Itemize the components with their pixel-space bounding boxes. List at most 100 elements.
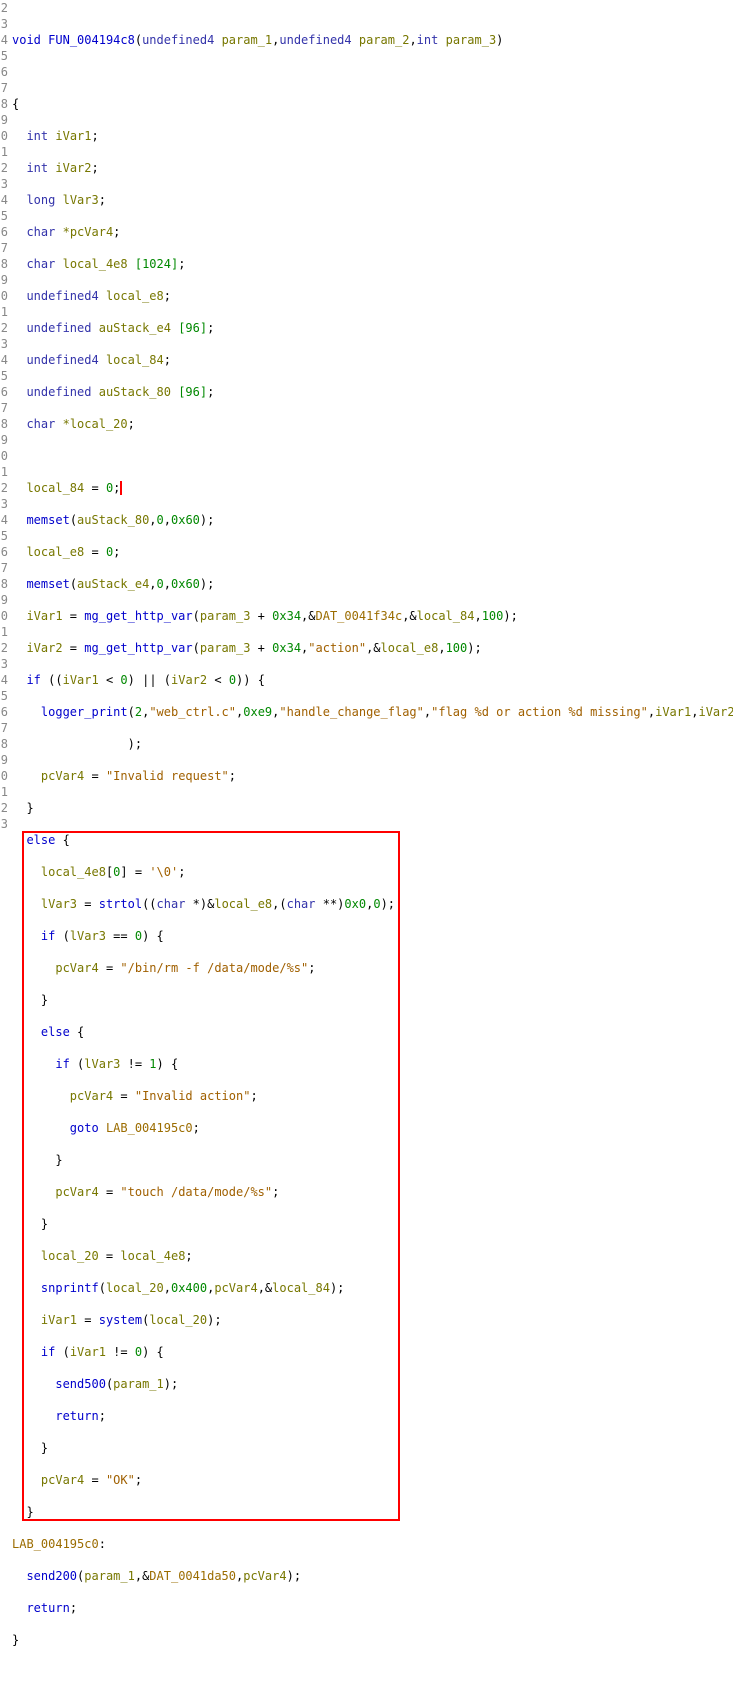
code-line[interactable]: int iVar1;	[10, 128, 733, 144]
line-number: 2	[0, 0, 8, 16]
line-number: 4	[0, 192, 8, 208]
code-line[interactable]: }	[10, 1440, 733, 1456]
line-number: 2	[0, 480, 8, 496]
code-line[interactable]: logger_print(2,"web_ctrl.c",0xe9,"handle…	[10, 704, 733, 720]
code-line[interactable]: }	[10, 1216, 733, 1232]
code-line[interactable]: local_84 = 0;	[10, 480, 733, 496]
line-number: 9	[0, 112, 8, 128]
line-number: 9	[0, 592, 8, 608]
line-number: 0	[0, 608, 8, 624]
code-line[interactable]: undefined auStack_e4 [96];	[10, 320, 733, 336]
line-number: 6	[0, 544, 8, 560]
code-line[interactable]: char *local_20;	[10, 416, 733, 432]
line-number: 2	[0, 320, 8, 336]
line-number: 1	[0, 304, 8, 320]
code-line[interactable]: pcVar4 = "Invalid action";	[10, 1088, 733, 1104]
code-line[interactable]: char *pcVar4;	[10, 224, 733, 240]
line-number: 7	[0, 560, 8, 576]
code-line[interactable]: pcVar4 = "/bin/rm -f /data/mode/%s";	[10, 960, 733, 976]
code-line[interactable]: iVar1 = system(local_20);	[10, 1312, 733, 1328]
line-number: 5	[0, 528, 8, 544]
code-line[interactable]: memset(auStack_80,0,0x60);	[10, 512, 733, 528]
line-number: 1	[0, 144, 8, 160]
line-number: 4	[0, 512, 8, 528]
line-number: 6	[0, 384, 8, 400]
code-line[interactable]: );	[10, 736, 733, 752]
code-line[interactable]: }	[10, 992, 733, 1008]
code-line[interactable]: return;	[10, 1408, 733, 1424]
line-number: 5	[0, 368, 8, 384]
code-line[interactable]: LAB_004195c0:	[10, 1536, 733, 1552]
line-number: 5	[0, 208, 8, 224]
code-editor: 2 3 4 5 6 7 8 9 0 1 2 3 4 5 6 7 8 9 0 1 …	[0, 0, 733, 1684]
code-line[interactable]	[10, 1664, 733, 1680]
line-number: 6	[0, 704, 8, 720]
line-number: 8	[0, 576, 8, 592]
line-number: 2	[0, 800, 8, 816]
line-number: 0	[0, 288, 8, 304]
code-line[interactable]: else {	[10, 1024, 733, 1040]
line-number: 7	[0, 400, 8, 416]
code-line[interactable]: local_4e8[0] = '\0';	[10, 864, 733, 880]
code-line[interactable]: send500(param_1);	[10, 1376, 733, 1392]
code-line[interactable]: }	[10, 1152, 733, 1168]
code-line[interactable]: iVar1 = mg_get_http_var(param_3 + 0x34,&…	[10, 608, 733, 624]
code-line[interactable]: {	[10, 96, 733, 112]
line-number: 3	[0, 176, 8, 192]
code-line[interactable]: undefined auStack_80 [96];	[10, 384, 733, 400]
line-number: 1	[0, 464, 8, 480]
line-number: 8	[0, 96, 8, 112]
code-line[interactable]: char local_4e8 [1024];	[10, 256, 733, 272]
code-line[interactable]	[10, 448, 733, 464]
code-line[interactable]: }	[10, 1632, 733, 1648]
code-line[interactable]: }	[10, 1504, 733, 1520]
code-line[interactable]: goto LAB_004195c0;	[10, 1120, 733, 1136]
line-number: 0	[0, 448, 8, 464]
code-line[interactable]: pcVar4 = "OK";	[10, 1472, 733, 1488]
line-number: 8	[0, 256, 8, 272]
line-number: 3	[0, 816, 8, 832]
code-line[interactable]: pcVar4 = "touch /data/mode/%s";	[10, 1184, 733, 1200]
code-line[interactable]	[10, 64, 733, 80]
code-line[interactable]: local_e8 = 0;	[10, 544, 733, 560]
line-number: 5	[0, 688, 8, 704]
code-line[interactable]: else {	[10, 832, 733, 848]
line-number: 5	[0, 48, 8, 64]
line-number: 9	[0, 272, 8, 288]
code-line[interactable]: if (iVar1 != 0) {	[10, 1344, 733, 1360]
line-number: 9	[0, 432, 8, 448]
code-line[interactable]: local_20 = local_4e8;	[10, 1248, 733, 1264]
code-line[interactable]: int iVar2;	[10, 160, 733, 176]
line-number: 3	[0, 496, 8, 512]
line-number: 2	[0, 640, 8, 656]
line-number: 3	[0, 336, 8, 352]
code-line[interactable]: undefined4 local_84;	[10, 352, 733, 368]
line-number: 3	[0, 16, 8, 32]
code-line[interactable]: }	[10, 800, 733, 816]
code-area[interactable]: void FUN_004194c8(undefined4 param_1,und…	[10, 0, 733, 1684]
line-number: 4	[0, 672, 8, 688]
line-number: 6	[0, 224, 8, 240]
code-line[interactable]: void FUN_004194c8(undefined4 param_1,und…	[10, 32, 733, 48]
line-number: 2	[0, 160, 8, 176]
line-number: 0	[0, 128, 8, 144]
code-line[interactable]: long lVar3;	[10, 192, 733, 208]
line-number: 4	[0, 32, 8, 48]
code-line[interactable]: memset(auStack_e4,0,0x60);	[10, 576, 733, 592]
code-line[interactable]: iVar2 = mg_get_http_var(param_3 + 0x34,"…	[10, 640, 733, 656]
code-line[interactable]: if (lVar3 == 0) {	[10, 928, 733, 944]
text-cursor	[120, 481, 122, 495]
code-line[interactable]: send200(param_1,&DAT_0041da50,pcVar4);	[10, 1568, 733, 1584]
code-line[interactable]: pcVar4 = "Invalid request";	[10, 768, 733, 784]
line-number: 1	[0, 624, 8, 640]
code-line[interactable]: lVar3 = strtol((char *)&local_e8,(char *…	[10, 896, 733, 912]
line-number: 6	[0, 64, 8, 80]
code-line[interactable]: return;	[10, 1600, 733, 1616]
line-number: 0	[0, 768, 8, 784]
code-line[interactable]: if ((iVar1 < 0) || (iVar2 < 0)) {	[10, 672, 733, 688]
code-line[interactable]: snprintf(local_20,0x400,pcVar4,&local_84…	[10, 1280, 733, 1296]
code-line[interactable]: undefined4 local_e8;	[10, 288, 733, 304]
line-number: 8	[0, 736, 8, 752]
line-number-gutter: 2 3 4 5 6 7 8 9 0 1 2 3 4 5 6 7 8 9 0 1 …	[0, 0, 10, 1684]
code-line[interactable]: if (lVar3 != 1) {	[10, 1056, 733, 1072]
